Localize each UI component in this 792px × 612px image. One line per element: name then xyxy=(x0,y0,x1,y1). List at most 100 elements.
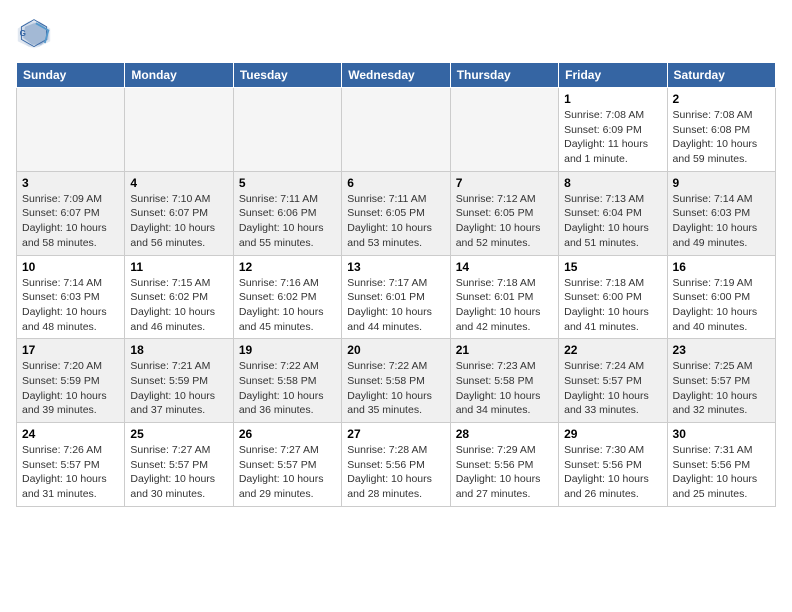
calendar-cell: 14 Sunrise: 7:18 AMSunset: 6:01 PMDayligh… xyxy=(450,255,558,339)
calendar-header-row: SundayMondayTuesdayWednesdayThursdayFrid… xyxy=(17,63,776,88)
calendar-cell: 25 Sunrise: 7:27 AMSunset: 5:57 PMDayligh… xyxy=(125,423,233,507)
day-number: 13 xyxy=(347,260,444,274)
day-info: Sunrise: 7:15 AMSunset: 6:02 PMDaylight:… xyxy=(130,276,227,335)
calendar-week-row: 24Sunrise: 7:26 AMSunset: 5:57 PMDayligh… xyxy=(17,423,776,507)
day-info: Sunrise: 7:25 AMSunset: 5:57 PMDaylight:… xyxy=(673,359,770,418)
day-number: 3 xyxy=(22,176,119,190)
calendar-header-thursday: Thursday xyxy=(450,63,558,88)
calendar-table: SundayMondayTuesdayWednesdayThursdayFrid… xyxy=(16,62,776,507)
calendar-week-row: 10 Sunrise: 7:14 AMSunset: 6:03 PMDayligh… xyxy=(17,255,776,339)
calendar-cell: 24Sunrise: 7:26 AMSunset: 5:57 PMDayligh… xyxy=(17,423,125,507)
day-info: Sunrise: 7:09 AMSunset: 6:07 PMDaylight:… xyxy=(22,192,119,251)
general-blue-logo-icon: G xyxy=(16,16,52,52)
day-number: 2 xyxy=(673,92,770,106)
day-info: Sunrise: 7:13 AMSunset: 6:04 PMDaylight:… xyxy=(564,192,661,251)
day-number: 22 xyxy=(564,343,661,357)
calendar-cell: 23Sunrise: 7:25 AMSunset: 5:57 PMDayligh… xyxy=(667,339,775,423)
day-info: Sunrise: 7:10 AMSunset: 6:07 PMDaylight:… xyxy=(130,192,227,251)
calendar-cell: 7 Sunrise: 7:12 AMSunset: 6:05 PMDaylight… xyxy=(450,171,558,255)
day-number: 14 xyxy=(456,260,553,274)
day-number: 27 xyxy=(347,427,444,441)
calendar-cell: 16Sunrise: 7:19 AMSunset: 6:00 PMDayligh… xyxy=(667,255,775,339)
day-number: 28 xyxy=(456,427,553,441)
day-number: 1 xyxy=(564,92,661,106)
svg-text:G: G xyxy=(20,29,26,38)
calendar-cell: 4 Sunrise: 7:10 AMSunset: 6:07 PMDaylight… xyxy=(125,171,233,255)
calendar-header-tuesday: Tuesday xyxy=(233,63,341,88)
day-info: Sunrise: 7:14 AMSunset: 6:03 PMDaylight:… xyxy=(673,192,770,251)
calendar-cell: 29 Sunrise: 7:30 AMSunset: 5:56 PMDayligh… xyxy=(559,423,667,507)
calendar-cell: 18Sunrise: 7:21 AMSunset: 5:59 PMDayligh… xyxy=(125,339,233,423)
calendar-cell: 15 Sunrise: 7:18 AMSunset: 6:00 PMDayligh… xyxy=(559,255,667,339)
day-number: 19 xyxy=(239,343,336,357)
calendar-cell: 22 Sunrise: 7:24 AMSunset: 5:57 PMDayligh… xyxy=(559,339,667,423)
day-number: 21 xyxy=(456,343,553,357)
calendar-cell xyxy=(450,88,558,172)
day-number: 15 xyxy=(564,260,661,274)
day-info: Sunrise: 7:20 AMSunset: 5:59 PMDaylight:… xyxy=(22,359,119,418)
day-number: 12 xyxy=(239,260,336,274)
calendar-week-row: 1 Sunrise: 7:08 AMSunset: 6:09 PMDaylight… xyxy=(17,88,776,172)
calendar-cell: 3 Sunrise: 7:09 AMSunset: 6:07 PMDaylight… xyxy=(17,171,125,255)
day-info: Sunrise: 7:22 AMSunset: 5:58 PMDaylight:… xyxy=(347,359,444,418)
day-info: Sunrise: 7:22 AMSunset: 5:58 PMDaylight:… xyxy=(239,359,336,418)
calendar-cell: 21 Sunrise: 7:23 AMSunset: 5:58 PMDayligh… xyxy=(450,339,558,423)
calendar-header-wednesday: Wednesday xyxy=(342,63,450,88)
day-number: 26 xyxy=(239,427,336,441)
day-info: Sunrise: 7:17 AMSunset: 6:01 PMDaylight:… xyxy=(347,276,444,335)
calendar-header-sunday: Sunday xyxy=(17,63,125,88)
day-number: 6 xyxy=(347,176,444,190)
calendar-week-row: 3 Sunrise: 7:09 AMSunset: 6:07 PMDaylight… xyxy=(17,171,776,255)
day-number: 8 xyxy=(564,176,661,190)
calendar-cell: 28 Sunrise: 7:29 AMSunset: 5:56 PMDayligh… xyxy=(450,423,558,507)
day-info: Sunrise: 7:19 AMSunset: 6:00 PMDaylight:… xyxy=(673,276,770,335)
day-number: 5 xyxy=(239,176,336,190)
calendar-cell: 1 Sunrise: 7:08 AMSunset: 6:09 PMDaylight… xyxy=(559,88,667,172)
calendar-cell: 13 Sunrise: 7:17 AMSunset: 6:01 PMDayligh… xyxy=(342,255,450,339)
calendar-header-saturday: Saturday xyxy=(667,63,775,88)
calendar-cell: 11 Sunrise: 7:15 AMSunset: 6:02 PMDayligh… xyxy=(125,255,233,339)
calendar-cell: 5 Sunrise: 7:11 AMSunset: 6:06 PMDaylight… xyxy=(233,171,341,255)
calendar-week-row: 17 Sunrise: 7:20 AMSunset: 5:59 PMDayligh… xyxy=(17,339,776,423)
day-info: Sunrise: 7:31 AMSunset: 5:56 PMDaylight:… xyxy=(673,443,770,502)
day-info: Sunrise: 7:24 AMSunset: 5:57 PMDaylight:… xyxy=(564,359,661,418)
calendar-cell xyxy=(342,88,450,172)
day-info: Sunrise: 7:23 AMSunset: 5:58 PMDaylight:… xyxy=(456,359,553,418)
calendar-cell xyxy=(233,88,341,172)
calendar-cell: 9Sunrise: 7:14 AMSunset: 6:03 PMDaylight… xyxy=(667,171,775,255)
page-header: G xyxy=(16,16,776,52)
day-info: Sunrise: 7:27 AMSunset: 5:57 PMDaylight:… xyxy=(239,443,336,502)
calendar-cell: 10 Sunrise: 7:14 AMSunset: 6:03 PMDayligh… xyxy=(17,255,125,339)
calendar-cell: 19 Sunrise: 7:22 AMSunset: 5:58 PMDayligh… xyxy=(233,339,341,423)
calendar-cell: 27Sunrise: 7:28 AMSunset: 5:56 PMDayligh… xyxy=(342,423,450,507)
calendar-cell: 12Sunrise: 7:16 AMSunset: 6:02 PMDayligh… xyxy=(233,255,341,339)
day-info: Sunrise: 7:08 AMSunset: 6:08 PMDaylight:… xyxy=(673,108,770,167)
calendar-header-monday: Monday xyxy=(125,63,233,88)
day-info: Sunrise: 7:11 AMSunset: 6:05 PMDaylight:… xyxy=(347,192,444,251)
logo: G xyxy=(16,16,56,52)
day-number: 7 xyxy=(456,176,553,190)
calendar-cell: 2 Sunrise: 7:08 AMSunset: 6:08 PMDaylight… xyxy=(667,88,775,172)
day-number: 10 xyxy=(22,260,119,274)
day-info: Sunrise: 7:21 AMSunset: 5:59 PMDaylight:… xyxy=(130,359,227,418)
day-info: Sunrise: 7:08 AMSunset: 6:09 PMDaylight:… xyxy=(564,108,661,167)
day-info: Sunrise: 7:29 AMSunset: 5:56 PMDaylight:… xyxy=(456,443,553,502)
day-number: 25 xyxy=(130,427,227,441)
day-info: Sunrise: 7:30 AMSunset: 5:56 PMDaylight:… xyxy=(564,443,661,502)
calendar-cell: 17 Sunrise: 7:20 AMSunset: 5:59 PMDayligh… xyxy=(17,339,125,423)
day-info: Sunrise: 7:12 AMSunset: 6:05 PMDaylight:… xyxy=(456,192,553,251)
calendar-cell xyxy=(125,88,233,172)
calendar-cell: 30Sunrise: 7:31 AMSunset: 5:56 PMDayligh… xyxy=(667,423,775,507)
day-info: Sunrise: 7:11 AMSunset: 6:06 PMDaylight:… xyxy=(239,192,336,251)
day-number: 11 xyxy=(130,260,227,274)
calendar-cell: 8 Sunrise: 7:13 AMSunset: 6:04 PMDaylight… xyxy=(559,171,667,255)
day-info: Sunrise: 7:26 AMSunset: 5:57 PMDaylight:… xyxy=(22,443,119,502)
day-info: Sunrise: 7:14 AMSunset: 6:03 PMDaylight:… xyxy=(22,276,119,335)
calendar-cell: 20Sunrise: 7:22 AMSunset: 5:58 PMDayligh… xyxy=(342,339,450,423)
day-number: 29 xyxy=(564,427,661,441)
day-info: Sunrise: 7:27 AMSunset: 5:57 PMDaylight:… xyxy=(130,443,227,502)
day-number: 17 xyxy=(22,343,119,357)
day-number: 4 xyxy=(130,176,227,190)
day-info: Sunrise: 7:18 AMSunset: 6:00 PMDaylight:… xyxy=(564,276,661,335)
day-info: Sunrise: 7:18 AMSunset: 6:01 PMDaylight:… xyxy=(456,276,553,335)
